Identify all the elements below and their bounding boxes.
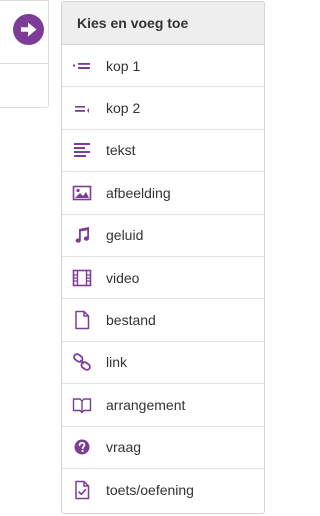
menu-item-label: geluid [106,227,144,244]
menu-item-kop-2[interactable]: kop 2 [62,87,264,130]
content-block-panel [0,0,49,108]
link-icon [72,352,92,372]
panel-divider [0,63,48,64]
arrow-right-circle-icon [13,14,44,45]
menu-item-label: link [106,354,128,371]
file-icon [72,310,92,330]
menu-item-kop-1[interactable]: kop 1 [62,45,264,88]
editor-insert-area: Kies en voeg toe kop 1 kop 2 tekst afbee… [0,0,267,516]
menu-item-label: tekst [106,142,136,159]
menu-item-geluid[interactable]: geluid [62,215,264,257]
menu-item-afbeelding[interactable]: afbeelding [62,172,264,215]
menu-item-label: afbeelding [106,184,171,201]
menu-item-label: kop 1 [106,57,141,74]
menu-item-label: video [106,269,140,286]
menu-item-toets-oefening[interactable]: toets/oefening [62,469,264,511]
heading-2-icon [72,98,92,118]
menu-item-link[interactable]: link [62,342,264,385]
insert-menu: Kies en voeg toe kop 1 kop 2 tekst afbee… [61,1,265,514]
film-icon [72,268,92,288]
file-check-icon [72,480,92,500]
menu-item-label: kop 2 [106,100,141,117]
menu-item-label: bestand [106,312,156,329]
heading-1-icon [72,56,92,76]
question-circle-icon [72,437,92,457]
menu-item-arrangement[interactable]: arrangement [62,384,264,427]
menu-item-vraag[interactable]: vraag [62,427,264,469]
book-open-icon [72,395,92,415]
text-align-icon [72,140,92,160]
menu-item-tekst[interactable]: tekst [62,130,264,173]
menu-item-label: vraag [106,439,142,456]
image-icon [72,183,92,203]
menu-item-label: toets/oefening [106,482,194,499]
music-note-icon [72,225,92,245]
menu-item-label: arrangement [106,396,186,413]
open-insert-menu-button[interactable] [13,14,44,45]
menu-item-video[interactable]: video [62,257,264,300]
insert-menu-title: Kies en voeg toe [62,2,264,45]
menu-item-bestand[interactable]: bestand [62,299,264,342]
